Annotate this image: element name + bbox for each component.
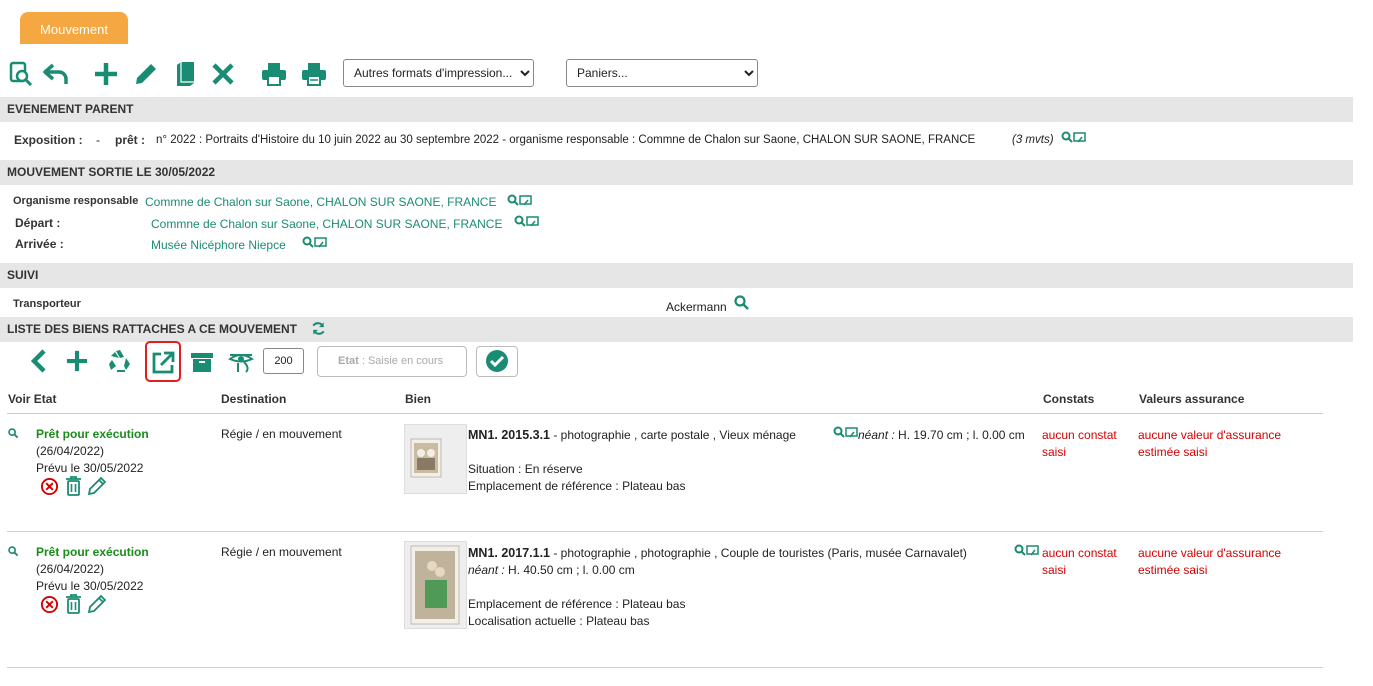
- search-open-icon[interactable]: [833, 426, 859, 440]
- eye-of-horus-icon[interactable]: [228, 349, 254, 375]
- trash-icon[interactable]: [63, 593, 83, 614]
- object-location: Emplacement de référence : Plateau bas: [468, 479, 686, 493]
- section-header-list: LISTE DES BIENS RATTACHES A CE MOUVEMENT: [0, 317, 1353, 342]
- search-open-icon[interactable]: [514, 215, 540, 229]
- object-title[interactable]: MN1. 2015.3.1 - photographie , carte pos…: [468, 428, 796, 442]
- section-header-movement: MOUVEMENT SORTIE LE 30/05/2022: [0, 160, 1353, 185]
- destination-value: Régie / en mouvement: [221, 427, 342, 441]
- status-date: (26/04/2022): [36, 562, 105, 576]
- destination-value: Régie / en mouvement: [221, 545, 342, 559]
- constat-status: aucun constat saisi: [1042, 546, 1117, 577]
- insurance-status: aucune valeur d'assurance estimée saisi: [1138, 428, 1282, 459]
- recycle-icon[interactable]: [106, 347, 134, 375]
- divider: [7, 413, 1323, 414]
- col-bien[interactable]: Bien: [405, 392, 431, 406]
- exposition-label: Exposition :: [14, 133, 83, 147]
- add-item-icon[interactable]: [64, 348, 90, 374]
- divider: [7, 667, 1323, 668]
- add-icon[interactable]: [93, 60, 119, 88]
- archive-box-icon[interactable]: [189, 349, 215, 375]
- pret-label: prêt :: [115, 133, 145, 147]
- search-icon[interactable]: [734, 295, 750, 311]
- print-list-icon[interactable]: [300, 60, 328, 88]
- org-link[interactable]: Commne de Chalon sur Saone, CHALON SUR S…: [145, 195, 496, 209]
- print-formats-select[interactable]: Autres formats d'impression...: [343, 59, 534, 87]
- search-open-icon[interactable]: [1014, 544, 1040, 558]
- search-open-icon[interactable]: [507, 194, 533, 208]
- object-location: Emplacement de référence : Plateau bas: [468, 597, 686, 611]
- etat-filter-field[interactable]: Etat : Saisie en cours: [317, 346, 467, 377]
- insurance-status: aucune valeur d'assurance estimée saisi: [1138, 546, 1282, 577]
- transporter-value: Ackermann: [666, 300, 727, 314]
- object-current-location: Localisation actuelle : Plateau bas: [468, 614, 650, 628]
- divider: [7, 531, 1323, 532]
- search-icon[interactable]: [8, 428, 19, 439]
- status-label: Prêt pour exécution: [36, 427, 149, 441]
- copy-icon[interactable]: [172, 60, 198, 88]
- section-header-suivi: SUIVI: [0, 263, 1353, 288]
- section-header-parent: EVENEMENT PARENT: [0, 97, 1353, 122]
- search-icon[interactable]: [8, 546, 19, 557]
- status-label: Prêt pour exécution: [36, 545, 149, 559]
- baskets-select[interactable]: Paniers...: [566, 59, 758, 87]
- object-thumbnail[interactable]: [404, 541, 467, 629]
- delete-x-icon[interactable]: [210, 60, 236, 88]
- transporter-label: Transporteur: [13, 298, 81, 310]
- validate-button[interactable]: [476, 346, 518, 377]
- object-situation: Situation : En réserve: [468, 462, 583, 476]
- quantity-field[interactable]: 200: [263, 348, 304, 374]
- object-title[interactable]: MN1. 2017.1.1 - photographie , photograp…: [468, 546, 967, 560]
- col-constats[interactable]: Constats: [1043, 392, 1094, 406]
- undo-icon[interactable]: [42, 60, 70, 88]
- depart-link[interactable]: Commne de Chalon sur Saone, CHALON SUR S…: [151, 217, 502, 231]
- trash-icon[interactable]: [63, 475, 83, 496]
- cancel-circle-icon[interactable]: [39, 594, 59, 614]
- tab-mouvement[interactable]: Mouvement: [20, 12, 128, 44]
- constat-status: aucun constat saisi: [1042, 428, 1117, 459]
- org-label: Organisme responsable: [13, 195, 139, 207]
- export-icon[interactable]: [148, 348, 178, 378]
- edit-pencil-icon[interactable]: [132, 60, 160, 88]
- col-destination[interactable]: Destination: [221, 392, 286, 406]
- object-thumbnail[interactable]: [404, 424, 467, 494]
- search-open-icon[interactable]: [1061, 131, 1087, 145]
- back-chevron-icon[interactable]: [28, 348, 50, 374]
- arrivee-label: Arrivée :: [15, 237, 64, 251]
- col-voir-etat[interactable]: Voir Etat: [8, 392, 56, 406]
- cancel-circle-icon[interactable]: [39, 476, 59, 496]
- exposition-value: -: [96, 133, 100, 147]
- planned-date: Prévu le 30/05/2022: [36, 461, 144, 475]
- check-circle-icon: [485, 349, 509, 373]
- refresh-icon[interactable]: [310, 320, 326, 336]
- print-icon[interactable]: [260, 60, 288, 88]
- pret-text: n° 2022 : Portraits d'Histoire du 10 jui…: [156, 134, 976, 146]
- planned-date: Prévu le 30/05/2022: [36, 579, 144, 593]
- object-dimensions: néant : H. 19.70 cm ; l. 0.00 cm: [858, 428, 1025, 442]
- object-dimensions: néant : H. 40.50 cm ; l. 0.00 cm: [468, 563, 635, 577]
- edit-pencil-icon[interactable]: [86, 593, 108, 614]
- preview-search-icon[interactable]: [8, 60, 34, 88]
- col-valeurs[interactable]: Valeurs assurance: [1139, 392, 1244, 406]
- arrivee-link[interactable]: Musée Nicéphore Niepce: [151, 238, 286, 252]
- edit-pencil-icon[interactable]: [86, 475, 108, 496]
- status-date: (26/04/2022): [36, 444, 105, 458]
- search-open-icon[interactable]: [302, 236, 328, 250]
- pret-count: (3 mvts): [1012, 134, 1054, 146]
- depart-label: Départ :: [15, 216, 61, 230]
